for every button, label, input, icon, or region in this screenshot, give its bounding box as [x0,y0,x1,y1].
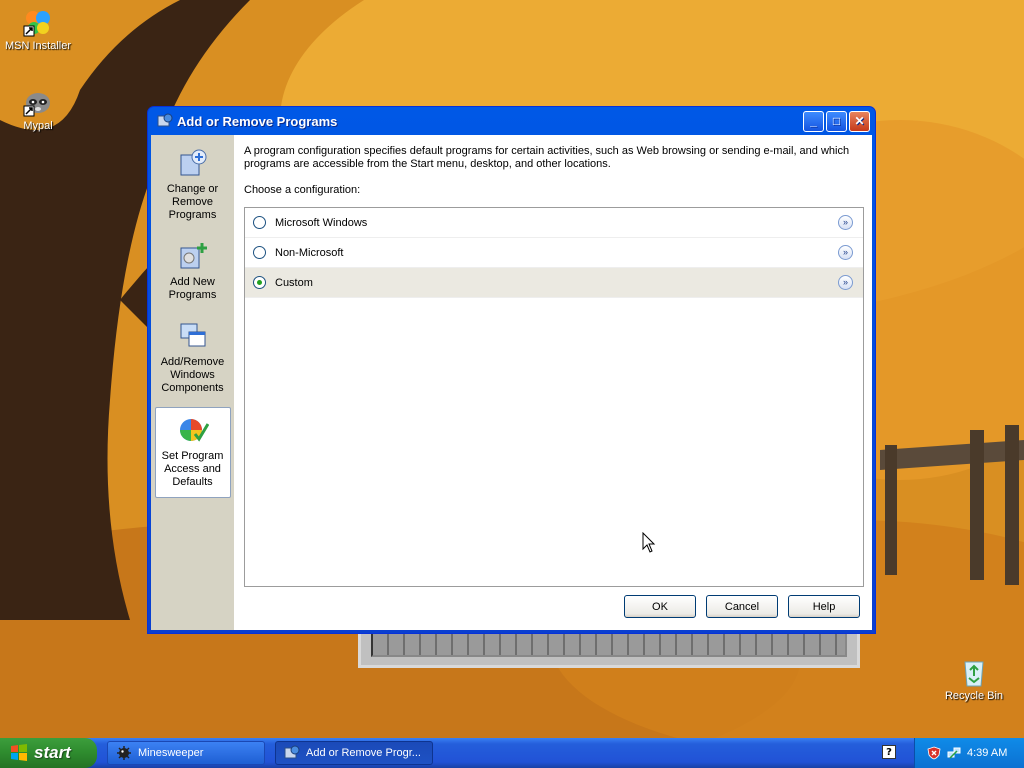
maximize-button[interactable]: □ [826,110,847,132]
expand-chevron-icon[interactable]: » [838,245,853,260]
program-access-defaults-icon [179,419,209,442]
radio-button[interactable] [253,246,266,259]
sidebar-item-label: Add New Programs [168,276,217,301]
task-label: Minesweeper [138,747,204,759]
expand-chevron-icon[interactable]: » [838,275,853,290]
network-icon[interactable] [947,746,961,760]
system-tray: 4:39 AM [914,738,1024,768]
start-button[interactable]: start [0,738,97,768]
config-option-label: Custom [275,276,313,289]
add-remove-programs-icon [157,113,173,127]
sidebar-item-label: Add/Remove Windows Components [160,356,225,394]
taskbar-button-add-remove-programs[interactable]: Add or Remove Progr... [275,741,433,765]
mouse-pointer-icon [642,532,656,553]
sidebar-item-change-remove-programs[interactable]: Change or Remove Programs [155,141,231,230]
recycle-bin-icon [964,661,984,687]
window-client-area: Change or Remove Programs Add New Progra… [151,135,872,630]
sidebar-item-windows-components[interactable]: Add/Remove Windows Components [155,314,231,403]
security-shield-icon[interactable] [927,746,941,760]
choose-configuration-label: Choose a configuration: [244,184,361,196]
windows-components-icon [180,323,205,347]
minesweeper-window-background[interactable] [358,628,860,668]
radio-selected-dot [257,280,262,285]
help-tray-icon[interactable]: ? [882,745,896,759]
cancel-button[interactable]: Cancel [706,595,778,618]
add-new-programs-icon [180,243,207,269]
sidebar: Change or Remove Programs Add New Progra… [151,135,234,630]
ok-button[interactable]: OK [624,595,696,618]
main-panel: A program configuration specifies defaul… [234,135,872,630]
task-label: Add or Remove Progr... [306,747,421,759]
minesweeper-grid[interactable] [371,632,847,657]
close-button[interactable]: ✕ [849,110,870,132]
radio-button-selected[interactable] [253,276,266,289]
minesweeper-icon [117,746,131,760]
taskbar-button-minesweeper[interactable]: Minesweeper [107,741,265,765]
desktop-icon-recycle-bin[interactable]: Recycle Bin [936,656,1012,702]
window-title: Add or Remove Programs [177,113,338,129]
help-button[interactable]: Help [788,595,860,618]
change-remove-programs-icon [180,149,206,176]
desktop-icon-label: Mypal [23,120,53,132]
msn-butterfly-icon [23,11,50,37]
config-option-custom[interactable]: Custom » [245,268,863,298]
sidebar-item-add-new-programs[interactable]: Add New Programs [155,234,231,310]
dialog-buttons: OK Cancel Help [614,595,860,618]
expand-chevron-icon[interactable]: » [838,215,853,230]
title-bar[interactable]: Add or Remove Programs _ □ ✕ [151,107,872,135]
sidebar-item-label: Change or Remove Programs [166,183,219,221]
radio-button[interactable] [253,216,266,229]
config-option-label: Microsoft Windows [275,216,368,229]
add-remove-programs-icon [284,745,300,759]
start-label: start [34,743,71,762]
desktop-icon-label: MSN Installer [4,40,72,52]
add-remove-programs-window: Add or Remove Programs _ □ ✕ Change or R… [147,106,876,634]
desktop-icon-label: Recycle Bin [944,690,1004,702]
config-option-non-microsoft[interactable]: Non-Microsoft » [245,238,863,268]
intro-text: A program configuration specifies defaul… [244,145,850,170]
windows-flag-icon [11,744,27,761]
config-option-label: Non-Microsoft [275,246,344,259]
clock: 4:39 AM [967,747,1008,759]
sidebar-item-label: Set Program Access and Defaults [161,450,224,488]
taskbar: start Minesweeper Add or Remove Progr...… [0,738,1024,768]
raccoon-icon [23,93,50,117]
desktop-icon-msn-installer[interactable]: MSN Installer [0,6,76,52]
sidebar-item-set-program-access[interactable]: Set Program Access and Defaults [154,407,231,498]
configuration-list: Microsoft Windows » Non-Microsoft » Cust… [244,207,864,587]
desktop-icon-mypal[interactable]: Mypal [0,86,76,132]
minimize-button[interactable]: _ [803,110,824,132]
config-option-microsoft-windows[interactable]: Microsoft Windows » [245,208,863,238]
